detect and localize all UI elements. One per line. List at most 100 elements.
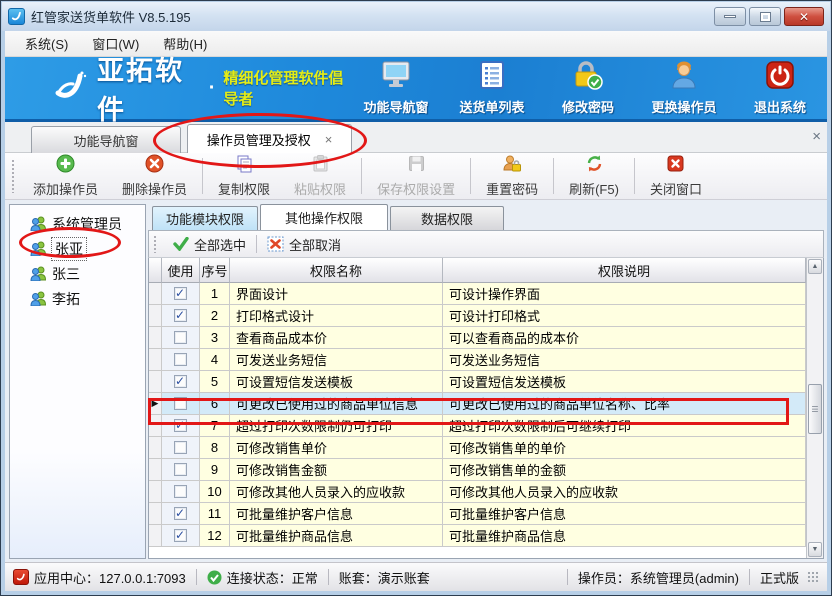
permission-checkbox[interactable] (174, 463, 187, 476)
add-user-icon (56, 154, 75, 179)
close-window-button[interactable]: 关闭窗口 (638, 152, 714, 200)
operator-tree-item[interactable]: 系统管理员 (10, 211, 145, 236)
tab-module-permissions[interactable]: 功能模块权限 (152, 206, 258, 230)
subtoolbar-grip (153, 235, 157, 253)
operator-tree-item[interactable]: 李拓 (10, 286, 145, 311)
permission-row[interactable]: ▶ 10 可修改其他人员录入的应收款 可修改其他人员录入的应收款 (149, 481, 806, 503)
add-operator-button[interactable]: 添加操作员 (21, 152, 110, 200)
select-all-button[interactable]: 全部选中 (163, 235, 256, 254)
header-use[interactable]: 使用 (162, 258, 200, 283)
permission-row[interactable]: ▶ 12 可批量维护商品信息 可批量维护商品信息 (149, 525, 806, 547)
edition-status: 正式版 (760, 568, 799, 587)
use-cell[interactable] (162, 459, 200, 481)
permission-checkbox[interactable] (174, 331, 187, 344)
permission-checkbox[interactable] (174, 353, 187, 366)
permission-row[interactable]: ▶ 6 可更改已使用过的商品单位信息 可更改已使用过的商品单位名称、比率 (149, 393, 806, 415)
permission-row[interactable]: ▶ 9 可修改销售金额 可修改销售单的金额 (149, 459, 806, 481)
permission-name-cell: 可批量维护客户信息 (230, 503, 443, 525)
permission-row[interactable]: ▶ 5 可设置短信发送模板 可设置短信发送模板 (149, 371, 806, 393)
permissions-grid: 使用 序号 权限名称 权限说明 ▶ 1 界面设计 可设计操作界面 (148, 258, 824, 559)
switch-operator-button[interactable]: 更换操作员 (643, 60, 725, 116)
permission-row[interactable]: ▶ 11 可批量维护客户信息 可批量维护客户信息 (149, 503, 806, 525)
close-button[interactable]: ✕ (784, 7, 824, 26)
nav-window-button[interactable]: 功能导航窗 (355, 60, 437, 116)
paste-permission-button[interactable]: 粘贴权限 (282, 152, 358, 200)
permission-name-cell: 打印格式设计 (230, 305, 443, 327)
use-cell[interactable] (162, 305, 200, 327)
toolbar-separator (202, 158, 203, 194)
use-cell[interactable] (162, 525, 200, 547)
scroll-down-icon[interactable]: ▼ (808, 542, 822, 557)
minimize-button[interactable] (714, 7, 746, 26)
restore-button[interactable] (749, 7, 781, 26)
change-password-button[interactable]: 修改密码 (547, 60, 629, 116)
brand-slogan: 精细化管理软件倡导者 (223, 67, 355, 109)
use-cell[interactable] (162, 415, 200, 437)
deselect-all-button[interactable]: 全部取消 (257, 235, 351, 254)
delete-operator-button[interactable]: 删除操作员 (110, 152, 199, 200)
exit-system-button[interactable]: 退出系统 (739, 60, 821, 116)
permission-checkbox[interactable] (174, 419, 187, 432)
use-cell[interactable] (162, 349, 200, 371)
tab-data-permissions[interactable]: 数据权限 (390, 206, 504, 230)
tab-other-permissions[interactable]: 其他操作权限 (260, 204, 388, 230)
permission-checkbox[interactable] (174, 529, 187, 542)
main-area: 系统管理员 张亚 张三 李拓 功能模块权限 其他操作权限 数据权限 (5, 200, 827, 562)
reset-password-button[interactable]: 重置密码 (474, 152, 550, 200)
seq-cell: 7 (200, 415, 230, 437)
toolbar-button-label: 添加操作员 (33, 179, 98, 198)
use-cell[interactable] (162, 371, 200, 393)
permission-checkbox[interactable] (174, 309, 187, 322)
permission-checkbox[interactable] (174, 375, 187, 388)
permission-row[interactable]: ▶ 1 界面设计 可设计操作界面 (149, 283, 806, 305)
header-seq[interactable]: 序号 (200, 258, 230, 283)
scroll-up-icon[interactable]: ▲ (808, 259, 822, 274)
permission-checkbox[interactable] (174, 485, 187, 498)
banner-button-label: 送货单列表 (459, 97, 524, 116)
tab-close-icon[interactable]: × (325, 132, 333, 147)
use-cell[interactable] (162, 481, 200, 503)
row-indicator-cell: ▶ (149, 393, 162, 415)
permission-checkbox[interactable] (174, 441, 187, 454)
toolbar-button-label: 关闭窗口 (650, 179, 702, 198)
use-cell[interactable] (162, 283, 200, 305)
vertical-scrollbar[interactable]: ▲ ☰ ▼ (806, 258, 823, 558)
copy-permission-button[interactable]: 复制权限 (206, 152, 282, 200)
permission-row[interactable]: ▶ 7 超过打印次数限制仍可打印 超过打印次数限制后可继续打印 (149, 415, 806, 437)
seq-cell: 1 (200, 283, 230, 305)
app-center-icon (13, 569, 29, 585)
row-indicator-cell: ▶ (149, 349, 162, 371)
seq-cell: 3 (200, 327, 230, 349)
tab-nav-window[interactable]: 功能导航窗 (31, 126, 181, 153)
account-status: 账套：演示账套 (339, 568, 430, 587)
row-indicator-cell: ▶ (149, 371, 162, 393)
strip-close-icon[interactable]: × (812, 128, 821, 145)
save-permission-button[interactable]: 保存权限设置 (365, 152, 467, 200)
refresh-button[interactable]: 刷新(F5) (557, 152, 631, 200)
toolbar-separator (553, 158, 554, 194)
permission-checkbox[interactable] (174, 397, 187, 410)
permission-checkbox[interactable] (174, 507, 187, 520)
permission-row[interactable]: ▶ 8 可修改销售单价 可修改销售单的单价 (149, 437, 806, 459)
delivery-list-button[interactable]: 送货单列表 (451, 60, 533, 116)
scrollbar-thumb[interactable]: ☰ (808, 384, 822, 434)
seq-cell: 11 (200, 503, 230, 525)
permission-row[interactable]: ▶ 4 可发送业务短信 可发送业务短信 (149, 349, 806, 371)
use-cell[interactable] (162, 437, 200, 459)
operator-tree-item[interactable]: 张三 (10, 261, 145, 286)
toolbar-button-label: 粘贴权限 (294, 179, 346, 198)
header-desc[interactable]: 权限说明 (443, 258, 806, 283)
permission-row[interactable]: ▶ 2 打印格式设计 可设计打印格式 (149, 305, 806, 327)
seq-cell: 9 (200, 459, 230, 481)
permission-checkbox[interactable] (174, 287, 187, 300)
tab-operator-management[interactable]: 操作员管理及授权 × (187, 124, 352, 153)
permission-row[interactable]: ▶ 3 查看商品成本价 可以查看商品的成本价 (149, 327, 806, 349)
operator-tree-item[interactable]: 张亚 (10, 236, 145, 261)
header-name[interactable]: 权限名称 (230, 258, 443, 283)
toolbar-button-label: 复制权限 (218, 179, 270, 198)
use-cell[interactable] (162, 327, 200, 349)
resize-grip[interactable] (807, 571, 819, 583)
use-cell[interactable] (162, 393, 200, 415)
use-cell[interactable] (162, 503, 200, 525)
toolbar-grip (11, 159, 15, 193)
